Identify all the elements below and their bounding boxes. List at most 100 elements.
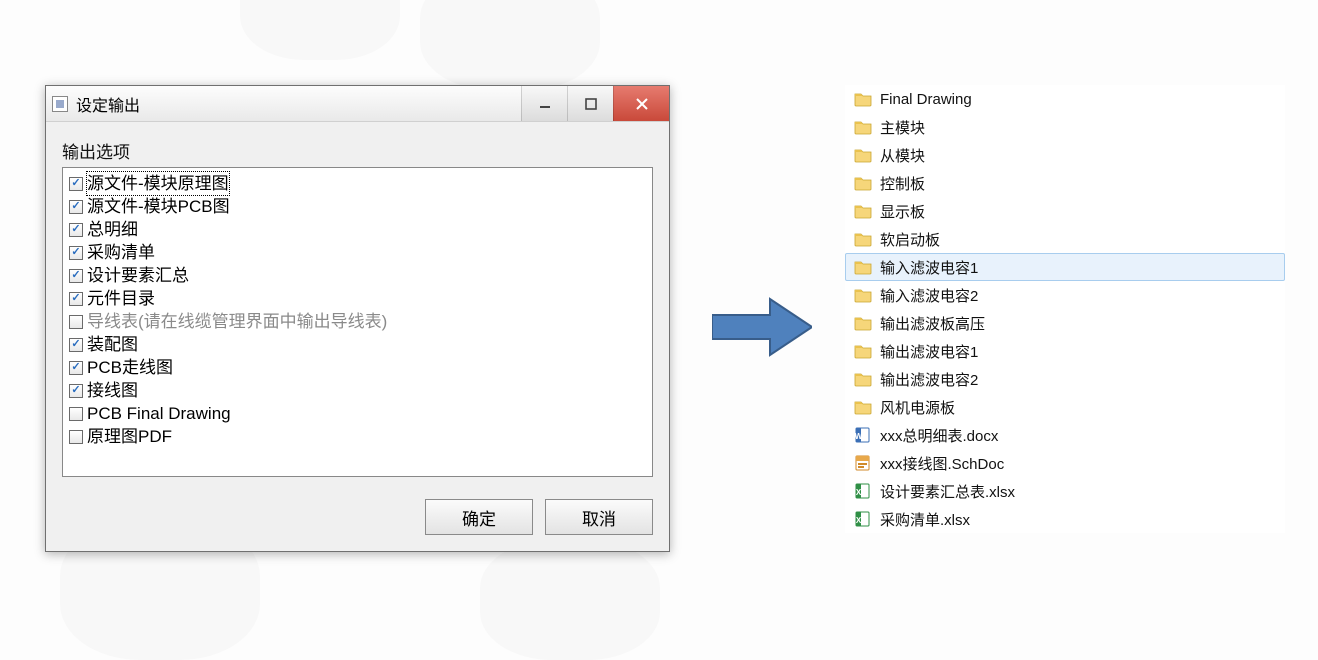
- output-option-row[interactable]: PCB Final Drawing: [69, 402, 646, 425]
- checkbox-icon[interactable]: [69, 292, 83, 306]
- output-option-row[interactable]: PCB走线图: [69, 356, 646, 379]
- output-option-label: 接线图: [87, 379, 138, 402]
- file-row[interactable]: Wxxx总明细表.docx: [845, 421, 1285, 449]
- file-row[interactable]: X 采购清单.xlsx: [845, 505, 1285, 533]
- file-name: 风机电源板: [880, 397, 955, 418]
- file-name: 采购清单.xlsx: [880, 509, 970, 530]
- output-option-label: 导线表(请在线缆管理界面中输出导线表): [87, 310, 387, 333]
- output-option-row: 导线表(请在线缆管理界面中输出导线表): [69, 310, 646, 333]
- checkbox-icon[interactable]: [69, 407, 83, 421]
- file-row[interactable]: xxx接线图.SchDoc: [845, 449, 1285, 477]
- output-option-label: 总明细: [87, 218, 138, 241]
- file-name: 输入滤波电容1: [880, 257, 978, 278]
- folder-icon: [854, 371, 872, 387]
- file-name: Final Drawing: [880, 91, 972, 108]
- folder-icon: [854, 231, 872, 247]
- dialog-titlebar[interactable]: 设定输出: [46, 86, 669, 122]
- dialog-body: 输出选项 源文件-模块原理图源文件-模块PCB图总明细采购清单设计要素汇总元件目…: [46, 122, 669, 551]
- output-option-row[interactable]: 总明细: [69, 218, 646, 241]
- minimize-button[interactable]: [521, 86, 567, 121]
- file-name: 输出滤波电容2: [880, 369, 978, 390]
- checkbox-icon[interactable]: [69, 200, 83, 214]
- file-row[interactable]: 输出滤波板高压: [845, 309, 1285, 337]
- schdoc-icon: [854, 455, 872, 471]
- dialog-title: 设定输出: [76, 92, 140, 116]
- output-option-row[interactable]: 装配图: [69, 333, 646, 356]
- output-option-row[interactable]: 源文件-模块PCB图: [69, 195, 646, 218]
- file-name: 设计要素汇总表.xlsx: [880, 481, 1015, 502]
- output-option-label: PCB Final Drawing: [87, 402, 231, 425]
- file-name: 软启动板: [880, 229, 940, 250]
- folder-icon: [854, 147, 872, 163]
- output-option-row[interactable]: 设计要素汇总: [69, 264, 646, 287]
- close-button[interactable]: [613, 86, 669, 121]
- file-row[interactable]: 输出滤波电容2: [845, 365, 1285, 393]
- file-name: 从模块: [880, 145, 925, 166]
- output-option-label: 采购清单: [87, 241, 155, 264]
- file-name: xxx接线图.SchDoc: [880, 453, 1004, 474]
- output-option-row[interactable]: 元件目录: [69, 287, 646, 310]
- checkbox-icon: [69, 315, 83, 329]
- svg-text:X: X: [856, 516, 862, 525]
- output-option-label: 原理图PDF: [87, 425, 172, 448]
- output-options-listbox[interactable]: 源文件-模块原理图源文件-模块PCB图总明细采购清单设计要素汇总元件目录导线表(…: [62, 167, 653, 477]
- file-explorer-list[interactable]: Final Drawing 主模块从模块控制板显示板软启动板输入滤波电容1 输入滤波…: [845, 85, 1285, 533]
- file-name: 输出滤波电容1: [880, 341, 978, 362]
- folder-icon: [854, 203, 872, 219]
- file-row[interactable]: X 设计要素汇总表.xlsx: [845, 477, 1285, 505]
- checkbox-icon[interactable]: [69, 269, 83, 283]
- file-row[interactable]: Final Drawing: [845, 85, 1285, 113]
- output-option-label: 源文件-模块原理图: [87, 172, 229, 195]
- checkbox-icon[interactable]: [69, 384, 83, 398]
- file-name: xxx总明细表.docx: [880, 425, 998, 446]
- file-row[interactable]: 主模块: [845, 113, 1285, 141]
- output-settings-dialog: 设定输出 输出选项 源文件-模块原理图源文件-模块PCB图总明细采购清单设计要素…: [45, 85, 670, 552]
- folder-icon: [854, 119, 872, 135]
- folder-icon: [854, 287, 872, 303]
- file-name: 控制板: [880, 173, 925, 194]
- checkbox-icon[interactable]: [69, 246, 83, 260]
- file-row[interactable]: 输出滤波电容1: [845, 337, 1285, 365]
- folder-icon: [854, 343, 872, 359]
- folder-icon: [854, 399, 872, 415]
- file-row[interactable]: 显示板: [845, 197, 1285, 225]
- output-option-row[interactable]: 接线图: [69, 379, 646, 402]
- xlsx-icon: X: [854, 511, 872, 527]
- output-option-label: 源文件-模块PCB图: [87, 195, 230, 218]
- xlsx-icon: X: [854, 483, 872, 499]
- folder-icon: [854, 175, 872, 191]
- checkbox-icon[interactable]: [69, 361, 83, 375]
- file-row[interactable]: 软启动板: [845, 225, 1285, 253]
- file-name: 主模块: [880, 117, 925, 138]
- output-option-label: 元件目录: [87, 287, 155, 310]
- folder-icon: [854, 315, 872, 331]
- output-option-label: 设计要素汇总: [87, 264, 189, 287]
- svg-text:X: X: [856, 488, 862, 497]
- cancel-button[interactable]: 取消: [545, 499, 653, 535]
- file-name: 输出滤波板高压: [880, 313, 985, 334]
- file-name: 显示板: [880, 201, 925, 222]
- output-option-label: PCB走线图: [87, 356, 173, 379]
- file-row[interactable]: 从模块: [845, 141, 1285, 169]
- section-label: 输出选项: [62, 138, 653, 163]
- file-name: 输入滤波电容2: [880, 285, 978, 306]
- app-icon: [52, 96, 68, 112]
- dialog-buttonbar: 确定 取消: [62, 499, 653, 535]
- output-option-row[interactable]: 采购清单: [69, 241, 646, 264]
- file-row[interactable]: 输入滤波电容1: [845, 253, 1285, 281]
- maximize-button[interactable]: [567, 86, 613, 121]
- checkbox-icon[interactable]: [69, 338, 83, 352]
- folder-icon: [854, 91, 872, 107]
- svg-text:W: W: [855, 432, 863, 441]
- output-option-row[interactable]: 源文件-模块原理图: [69, 172, 646, 195]
- checkbox-icon[interactable]: [69, 177, 83, 191]
- checkbox-icon[interactable]: [69, 223, 83, 237]
- checkbox-icon[interactable]: [69, 430, 83, 444]
- arrow-icon: [712, 295, 812, 359]
- file-row[interactable]: 控制板: [845, 169, 1285, 197]
- window-buttons: [521, 86, 669, 121]
- file-row[interactable]: 输入滤波电容2: [845, 281, 1285, 309]
- ok-button[interactable]: 确定: [425, 499, 533, 535]
- output-option-row[interactable]: 原理图PDF: [69, 425, 646, 448]
- file-row[interactable]: 风机电源板: [845, 393, 1285, 421]
